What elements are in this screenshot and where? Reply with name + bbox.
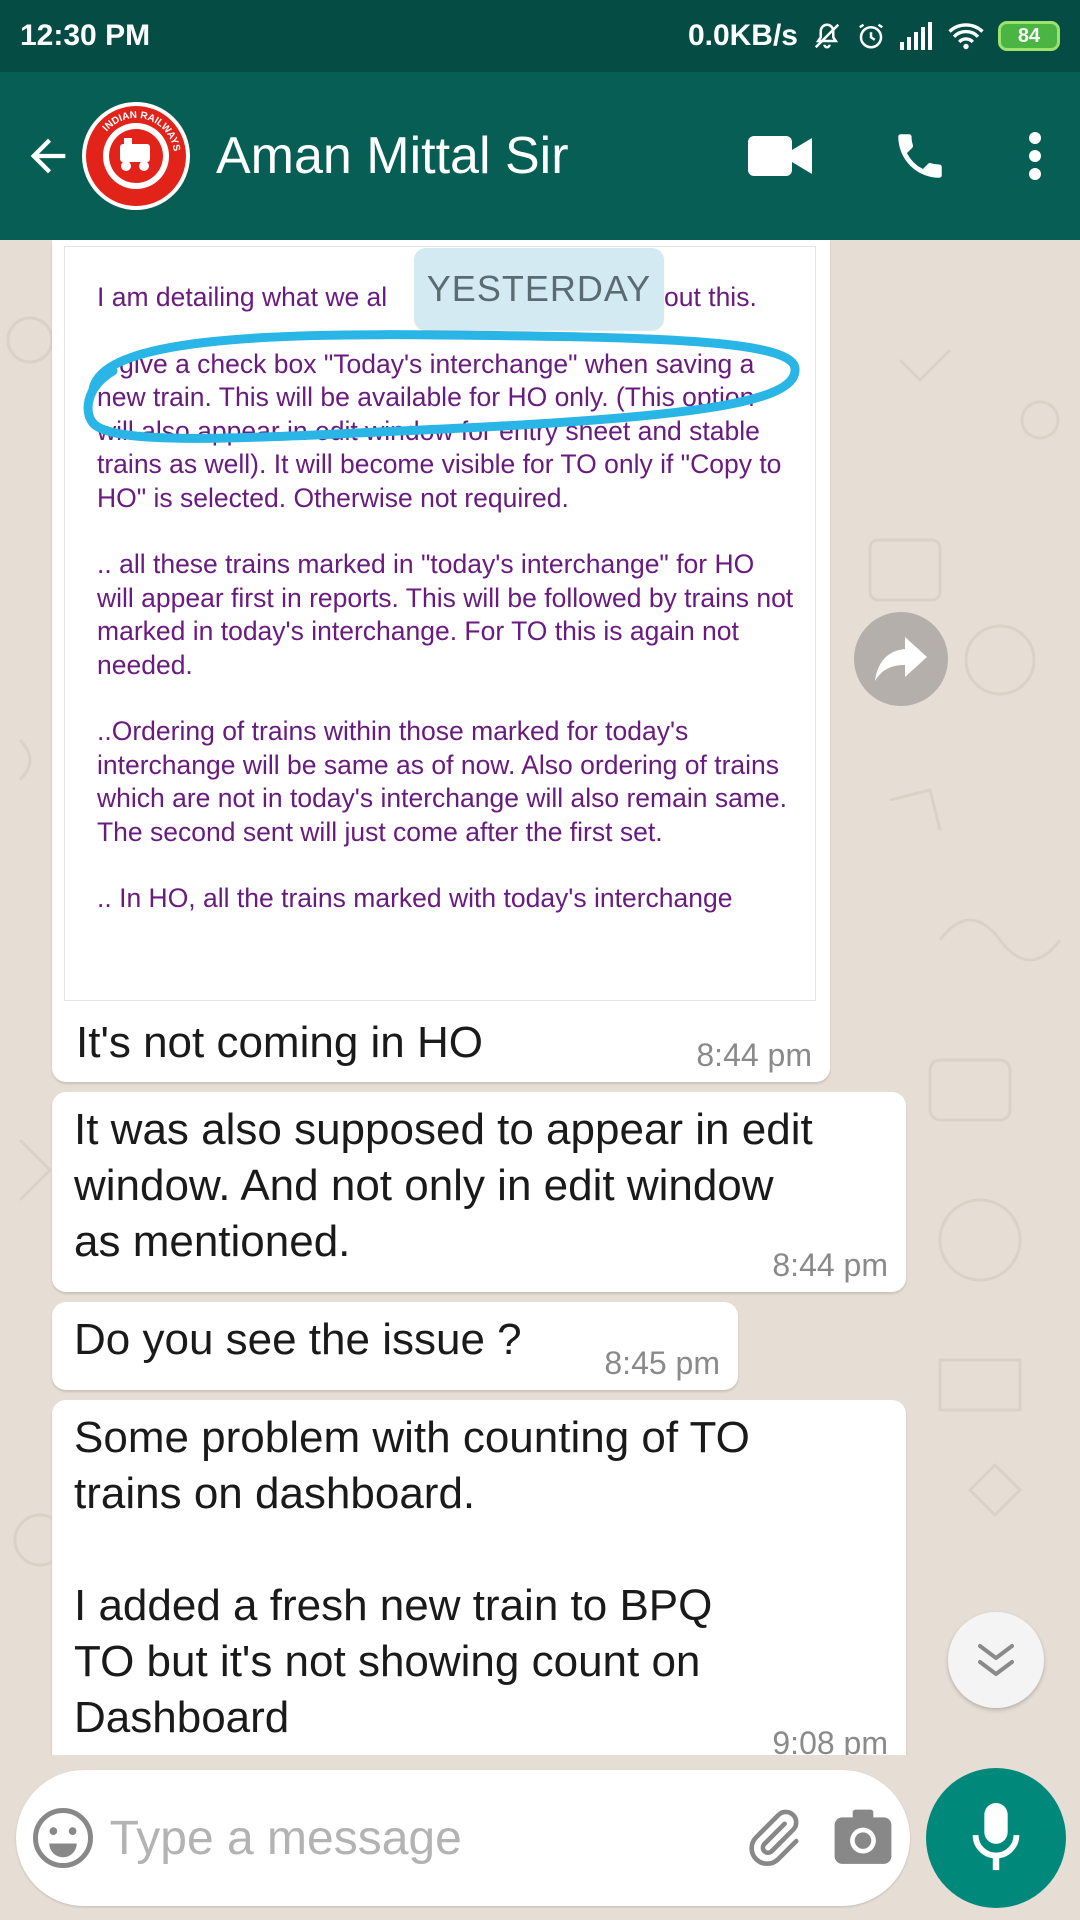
message-time: 8:44 pm [772,1247,888,1283]
doc-paragraph: ..Ordering of trains within those marked… [97,716,787,847]
status-bar: 12:30 PM 0.0KB/s 84 [0,0,1080,72]
video-call-icon [748,136,812,176]
image-caption: It's not coming in HO [76,1018,483,1067]
back-arrow-icon [30,138,66,174]
network-speed: 0.0KB/s [687,19,798,52]
voice-call-icon [898,134,942,178]
message-time: 8:45 pm [604,1345,720,1381]
message-input[interactable] [109,1810,731,1866]
message-bubble[interactable]: Some problem with counting of TO trains … [52,1400,906,1755]
avatar[interactable]: INDIAN RAILWAYS [82,102,190,210]
emoji-button[interactable] [16,1770,110,1906]
chat-area[interactable]: I am detailing what we al ay about this.… [0,240,1080,1755]
voice-call-button[interactable] [850,72,990,240]
message-image[interactable]: I am detailing what we al ay about this.… [64,246,816,1001]
forward-button[interactable] [854,612,948,706]
status-time: 12:30 PM [20,19,151,52]
video-call-button[interactable] [710,72,850,240]
message-text: It was also supposed to appear in edit w… [74,1105,813,1266]
double-chevron-down-icon [978,1644,1014,1676]
voice-record-button[interactable] [926,1768,1066,1908]
chat-header: INDIAN RAILWAYS Aman Mittal Sir [0,72,1080,240]
mute-icon [812,21,842,51]
signal-icon [900,22,934,50]
message-time: 8:44 pm [696,1037,812,1073]
message-bubble[interactable]: Do you see the issue ? 8:45 pm [52,1302,738,1390]
attach-button[interactable] [731,1770,817,1906]
date-divider: YESTERDAY [414,248,664,330]
message-composer [16,1770,910,1906]
contact-name[interactable]: Aman Mittal Sir [216,126,710,186]
doc-paragraph: .. all these trains marked in "today's i… [97,549,794,680]
forward-icon [875,637,927,681]
more-options-icon [1029,132,1041,180]
message-text: Some problem with counting of TO trains … [74,1413,750,1742]
message-bubble[interactable]: It was also supposed to appear in edit w… [52,1092,906,1292]
highlight-annotation [83,330,800,443]
scroll-to-bottom-button[interactable] [948,1612,1044,1708]
indian-railways-logo: INDIAN RAILWAYS [86,106,186,206]
more-options-button[interactable] [990,72,1080,240]
alarm-icon [856,21,886,51]
doc-paragraph: .. In HO, all the trains marked with tod… [97,883,733,913]
image-message[interactable]: I am detailing what we al ay about this.… [52,240,830,1082]
camera-icon [834,1809,892,1864]
microphone-icon [972,1803,1020,1871]
emoji-icon [32,1808,93,1868]
attachment-icon [749,1809,800,1867]
battery-icon: 84 [998,21,1060,51]
message-time: 9:08 pm [772,1725,888,1755]
wifi-icon [948,22,984,50]
camera-button[interactable] [816,1770,910,1906]
